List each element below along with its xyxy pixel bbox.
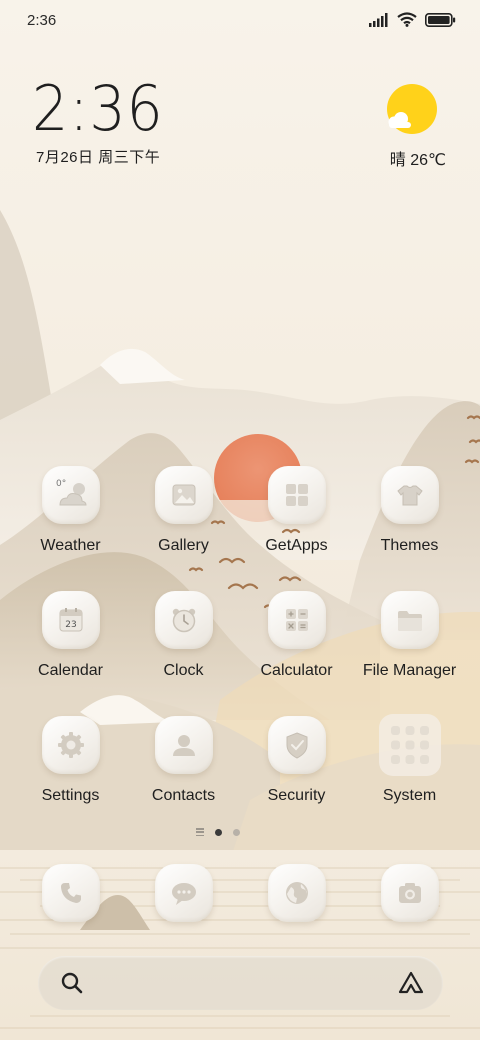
status-icons [369,12,456,27]
search-icon[interactable] [60,971,84,1000]
app-weather[interactable]: 0° Weather [14,466,127,555]
security-icon [267,716,326,774]
search-bar[interactable] [38,956,443,1010]
page-indicator[interactable] [196,828,240,836]
app-label: Clock [163,662,204,679]
weather-condition-temp: 晴 26℃ [389,152,446,169]
assistant-icon[interactable] [397,970,425,1001]
app-label: GetApps [265,537,328,554]
gallery-icon [154,466,213,524]
calculator-icon [267,591,326,649]
browser-icon [267,864,326,922]
app-label: File Manager [362,662,457,679]
camera-icon [380,864,439,922]
svg-text:23: 23 [65,620,76,630]
clock-widget-time[interactable]: 2:36 [32,72,164,146]
wifi-icon [397,12,417,27]
dock-messages[interactable] [127,864,240,922]
status-time: 2:36 [27,12,57,29]
getapps-icon [267,466,326,524]
app-label: Contacts [151,787,216,804]
app-calculator[interactable]: Calculator [240,591,353,680]
folder-icon [380,591,439,649]
signal-icon [369,12,389,27]
weather-icon: 0° [41,466,100,524]
phone-icon [41,864,100,922]
app-label: Themes [380,537,439,554]
app-settings[interactable]: Settings [14,716,127,805]
system-folder-icon [378,714,441,776]
app-calendar[interactable]: 23 Calendar [14,591,127,680]
dock-camera[interactable] [353,864,466,922]
themes-icon [380,466,439,524]
app-gallery[interactable]: Gallery [127,466,240,555]
settings-icon [41,716,100,774]
svg-text:0°: 0° [56,479,66,489]
app-label: Calculator [260,662,333,679]
app-file-manager[interactable]: File Manager [353,591,466,680]
app-system-folder[interactable]: System [353,714,466,805]
app-getapps[interactable]: GetApps [240,466,353,555]
dock-browser[interactable] [240,864,353,922]
dock-phone[interactable] [14,864,127,922]
clock-widget-date: 7月26日 周三下午 [36,149,161,166]
contacts-icon [154,716,213,774]
app-contacts[interactable]: Contacts [127,716,240,805]
app-label: Gallery [158,537,209,554]
app-security[interactable]: Security [240,716,353,805]
app-clock[interactable]: Clock [127,591,240,680]
page-dot-1[interactable] [215,828,222,836]
sun-cloud-icon [385,84,439,143]
battery-icon [425,12,456,27]
status-bar: 2:36 [0,0,480,42]
app-label: System [382,787,437,804]
calendar-icon: 23 [41,591,100,649]
app-label: Security [267,787,326,804]
app-label: Weather [40,537,101,554]
page-dot-2[interactable] [233,828,240,836]
app-drawer-icon[interactable] [196,828,204,836]
clock-icon [154,591,213,649]
app-label: Settings [41,787,100,804]
app-label: Calendar [38,662,103,679]
app-themes[interactable]: Themes [353,466,466,555]
messages-icon [154,864,213,922]
